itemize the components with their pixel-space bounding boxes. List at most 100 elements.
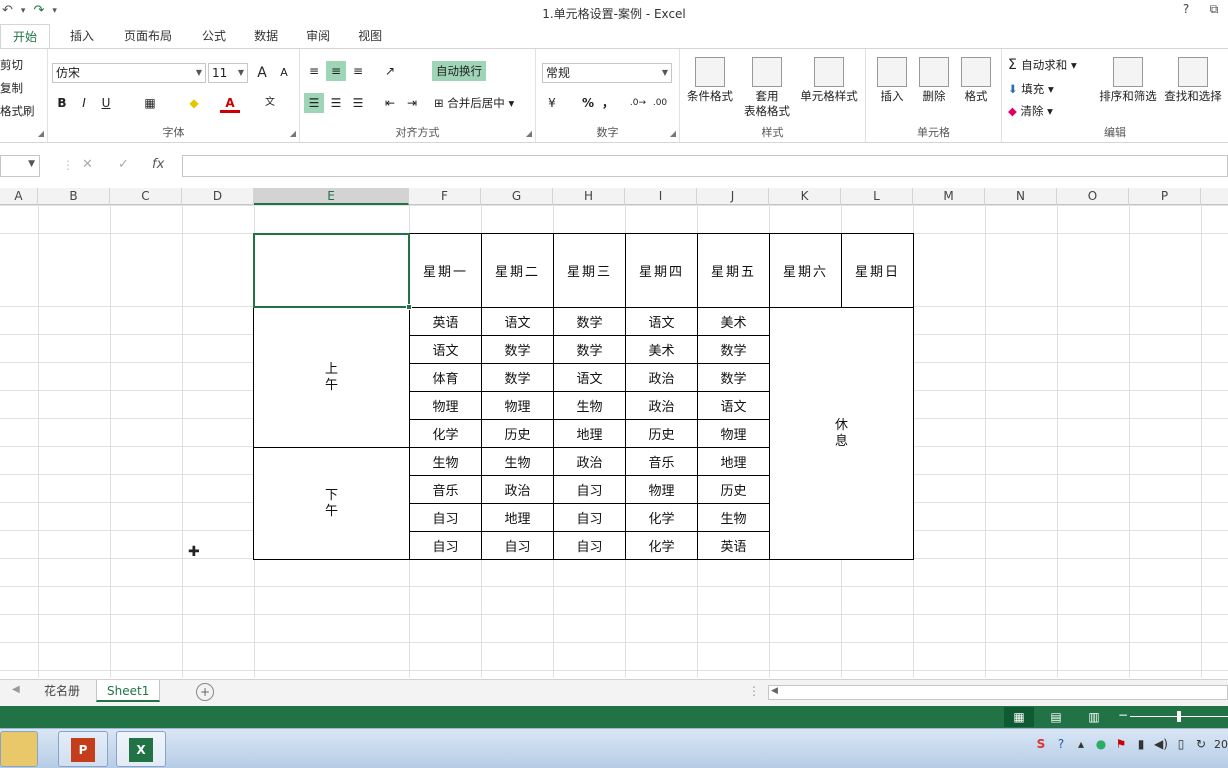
enter-icon[interactable]: ✓ — [118, 157, 129, 172]
powerpoint-icon[interactable]: P — [58, 731, 108, 767]
column-header-j[interactable]: J — [697, 188, 769, 205]
battery-icon[interactable]: ▯ — [1174, 737, 1188, 751]
grow-font-button[interactable]: A — [252, 63, 272, 83]
subject-cell[interactable]: 美术 — [625, 335, 698, 364]
comma-button[interactable]: ， — [598, 93, 618, 113]
subject-cell[interactable]: 物理 — [697, 419, 770, 448]
copy-button[interactable]: 复制 — [0, 80, 23, 96]
decrease-decimal-icon[interactable]: .00 — [650, 93, 670, 113]
subject-cell[interactable]: 数学 — [481, 363, 554, 392]
sheet-tab-roster[interactable]: 花名册 — [34, 680, 90, 702]
alignment-launcher-icon[interactable]: ◢ — [526, 129, 532, 138]
format-painter-button[interactable]: 格式刷 — [0, 103, 35, 119]
sync-icon[interactable]: ↻ — [1194, 737, 1208, 751]
conditional-format-button[interactable]: 条件格式 — [682, 57, 738, 104]
tab-review[interactable]: 审阅 — [294, 24, 342, 48]
format-cells-button[interactable]: 格式 — [956, 57, 996, 104]
subject-cell[interactable]: 生物 — [553, 391, 626, 420]
subject-cell[interactable]: 政治 — [481, 475, 554, 504]
subject-cell[interactable]: 语文 — [553, 363, 626, 392]
insert-function-button[interactable]: fx — [152, 157, 164, 172]
subject-cell[interactable]: 语文 — [481, 307, 554, 336]
subject-cell[interactable]: 自习 — [553, 531, 626, 560]
subject-cell[interactable]: 地理 — [697, 447, 770, 476]
subject-cell[interactable]: 生物 — [481, 447, 554, 476]
column-header-e[interactable]: E — [254, 188, 409, 205]
decrease-indent-icon[interactable]: ⇤ — [380, 93, 400, 113]
increase-decimal-icon[interactable]: .0→ — [628, 93, 648, 113]
column-header-g[interactable]: G — [481, 188, 553, 205]
fill-handle[interactable] — [406, 304, 412, 310]
fill-color-icon[interactable]: ◆ — [184, 93, 204, 113]
font-color-icon[interactable]: A — [220, 93, 240, 113]
bottom-align-icon[interactable]: ≡ — [348, 61, 368, 81]
column-header-n[interactable]: N — [985, 188, 1057, 205]
subject-cell[interactable]: 体育 — [409, 363, 482, 392]
tray-expand-icon[interactable]: ▴ — [1074, 737, 1088, 751]
afternoon-cell[interactable]: 下午 — [253, 447, 410, 560]
help-icon[interactable]: ? — [1172, 2, 1200, 17]
subject-cell[interactable]: 数学 — [697, 363, 770, 392]
increase-indent-icon[interactable]: ⇥ — [402, 93, 422, 113]
format-as-table-button[interactable]: 套用 表格格式 — [736, 57, 798, 119]
number-launcher-icon[interactable]: ◢ — [670, 129, 676, 138]
tabs-splitter[interactable]: ⋮ — [748, 684, 760, 698]
horizontal-scrollbar[interactable]: ◀ — [768, 685, 1228, 700]
new-sheet-icon[interactable]: + — [196, 683, 214, 701]
subject-cell[interactable]: 数学 — [553, 335, 626, 364]
autosum-button[interactable]: Σ 自动求和 ▾ — [1008, 57, 1077, 73]
font-size-select[interactable]: 11 ▼ — [208, 63, 248, 83]
merge-center-button[interactable]: ⊞ 合并后居中 ▾ — [434, 95, 514, 111]
subject-cell[interactable]: 政治 — [625, 391, 698, 420]
subject-cell[interactable]: 化学 — [409, 419, 482, 448]
cell-styles-button[interactable]: 单元格样式 — [796, 57, 862, 104]
tab-scroll-left-icon[interactable]: ◀ — [12, 684, 20, 695]
tab-data[interactable]: 数据 — [242, 24, 290, 48]
cut-button[interactable]: 剪切 — [0, 57, 23, 73]
percent-button[interactable]: % — [578, 93, 598, 113]
subject-cell[interactable]: 生物 — [697, 503, 770, 532]
subject-cell[interactable]: 语文 — [625, 307, 698, 336]
tab-insert[interactable]: 插入 — [58, 24, 106, 48]
align-center-icon[interactable]: ☰ — [326, 93, 346, 113]
column-header-b[interactable]: B — [38, 188, 110, 205]
subject-cell[interactable]: 语文 — [409, 335, 482, 364]
wrap-text-button[interactable]: 自动换行 — [432, 61, 486, 81]
subject-cell[interactable]: 政治 — [553, 447, 626, 476]
sogou-icon[interactable]: S — [1034, 737, 1048, 751]
column-header-h[interactable]: H — [553, 188, 625, 205]
volume-icon[interactable]: ◀) — [1154, 737, 1168, 751]
subject-cell[interactable]: 数学 — [481, 335, 554, 364]
normal-view-icon[interactable]: ▦ — [1004, 707, 1034, 727]
clock[interactable]: 20 — [1214, 738, 1228, 751]
subject-cell[interactable]: 物理 — [625, 475, 698, 504]
delete-cells-button[interactable]: 删除 — [914, 57, 954, 104]
fill-button[interactable]: ⬇ 填充 ▾ — [1008, 81, 1054, 97]
column-header-m[interactable]: M — [913, 188, 985, 205]
weekend-rest-cell[interactable]: 休息 — [769, 307, 914, 560]
find-select-button[interactable]: 查找和选择 — [1162, 57, 1224, 104]
subject-cell[interactable]: 自习 — [553, 503, 626, 532]
sheet-tab-sheet1[interactable]: Sheet1 — [96, 680, 161, 702]
number-format-select[interactable]: 常规 ▼ — [542, 63, 672, 83]
ribbon-display-icon[interactable]: ⧉ — [1200, 2, 1228, 17]
day-header[interactable]: 星期五 — [697, 233, 770, 308]
formula-input[interactable] — [182, 155, 1228, 177]
font-name-select[interactable]: 仿宋 ▼ — [52, 63, 206, 83]
column-header-l[interactable]: L — [841, 188, 913, 205]
subject-cell[interactable]: 历史 — [697, 475, 770, 504]
tab-view[interactable]: 视图 — [346, 24, 394, 48]
subject-cell[interactable]: 语文 — [697, 391, 770, 420]
day-header[interactable]: 星期日 — [841, 233, 914, 308]
cancel-icon[interactable]: ✕ — [82, 157, 93, 172]
tab-page-layout[interactable]: 页面布局 — [112, 24, 184, 48]
subject-cell[interactable]: 英语 — [697, 531, 770, 560]
subject-cell[interactable]: 自习 — [553, 475, 626, 504]
subject-cell[interactable]: 地理 — [481, 503, 554, 532]
subject-cell[interactable]: 音乐 — [625, 447, 698, 476]
font-launcher-icon[interactable]: ◢ — [290, 129, 296, 138]
column-header-i[interactable]: I — [625, 188, 697, 205]
wechat-icon[interactable]: ● — [1094, 737, 1108, 751]
subject-cell[interactable]: 自习 — [409, 531, 482, 560]
bold-button[interactable]: B — [52, 93, 72, 113]
